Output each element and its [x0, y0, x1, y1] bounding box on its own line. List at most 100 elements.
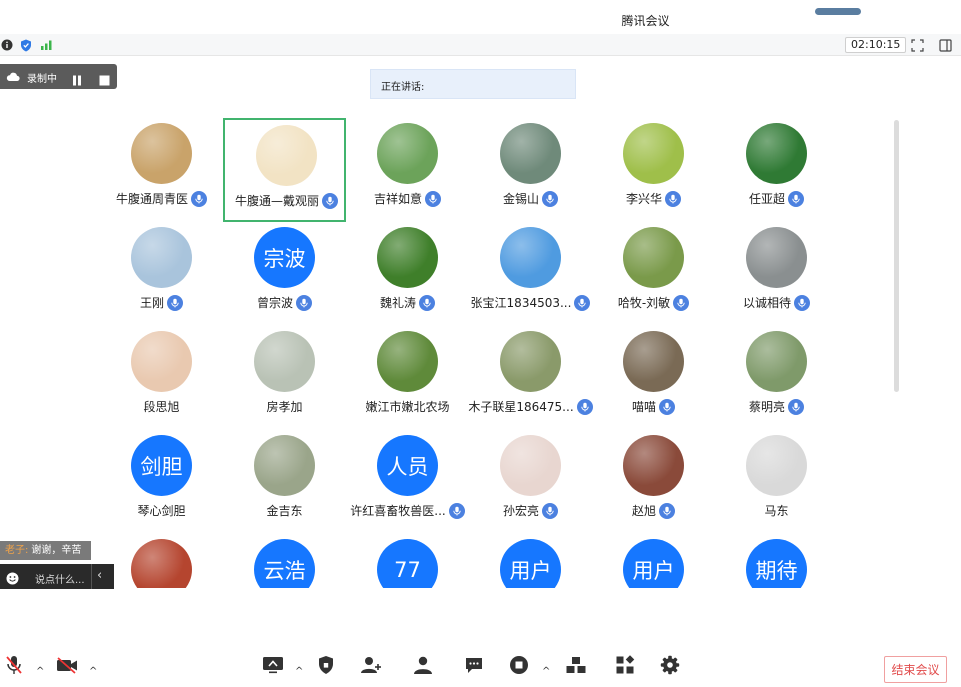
mic-options-chevron-icon[interactable]: ^ [36, 666, 44, 677]
avatar-initials: 人员 [386, 454, 429, 479]
participant-avatar: 人员 [377, 435, 438, 496]
bottom-toolbar: ^ ^ ^ ^ 结束会议 [0, 646, 961, 687]
participant-tile[interactable]: 期待 [715, 534, 838, 588]
participant-tile[interactable]: 马东 [715, 430, 838, 534]
recording-label: 录制中 [27, 74, 57, 85]
title-bar: 腾讯会议 [0, 0, 961, 34]
shield-icon[interactable] [19, 38, 33, 52]
participant-avatar: 77 [377, 539, 438, 588]
participant-tile[interactable]: 张宝江1834503... [469, 222, 592, 326]
participant-tile[interactable]: 喵喵 [592, 326, 715, 430]
chat-divider [91, 564, 92, 589]
participant-tile[interactable]: 剑胆 琴心剑胆 [100, 430, 223, 534]
record-icon[interactable] [508, 654, 530, 676]
participant-name: 哈牧-刘敏 [617, 296, 671, 310]
end-meeting-button[interactable]: 结束会议 [884, 656, 947, 683]
participant-tile[interactable]: 以诚相待 [715, 222, 838, 326]
participant-avatar [256, 125, 317, 186]
participant-name: 马东 [764, 504, 789, 518]
participant-name: 王刚 [139, 296, 164, 310]
participant-avatar [377, 331, 438, 392]
share-options-chevron-icon[interactable]: ^ [295, 666, 303, 677]
chat-collapse-icon[interactable]: ‹ [97, 568, 102, 583]
participant-avatar: 用户 [500, 539, 561, 588]
microphone-icon [665, 190, 681, 207]
chat-icon[interactable] [463, 654, 485, 676]
participant-tile[interactable]: 赵旭 [592, 430, 715, 534]
participant-tile[interactable]: 李兴华 [592, 118, 715, 222]
participant-tile[interactable]: 用户 [469, 534, 592, 588]
emoji-icon[interactable] [6, 570, 19, 589]
participant-name: 金锡山 [502, 192, 539, 206]
pause-recording-icon[interactable] [72, 71, 82, 90]
participant-avatar: 宗波 [254, 227, 315, 288]
participant-name-row: 金锡山 [469, 190, 592, 207]
participant-name-row: 赵旭 [592, 502, 715, 519]
participant-tile[interactable]: 牛腹通周青医 [100, 118, 223, 222]
participant-tile[interactable]: 用户 [592, 534, 715, 588]
participant-avatar: 用户 [623, 539, 684, 588]
share-screen-icon[interactable] [262, 654, 284, 676]
microphone-icon [419, 294, 435, 311]
fullscreen-icon[interactable] [910, 38, 924, 52]
meeting-timer: 02:10:15 [845, 37, 907, 53]
info-icon[interactable] [0, 38, 14, 52]
participant-tile[interactable]: 宗波 曾宗波 [223, 222, 346, 326]
participant-avatar [746, 227, 807, 288]
participant-grid: 牛腹通周青医 牛腹通—戴观丽 吉祥如意 金锡山 李兴华 任亚超 王刚 宗波 曾宗波 魏礼涛 张宝江1… [100, 118, 900, 588]
participant-name-row: 牛腹通—戴观丽 [225, 192, 348, 209]
participant-tile[interactable]: 木子联星186475... [468, 326, 593, 430]
participant-tile[interactable]: 王刚 [100, 222, 223, 326]
grid-scrollbar[interactable] [894, 120, 899, 392]
breakout-rooms-icon[interactable] [565, 654, 587, 676]
participant-name: 木子联星186475... [468, 400, 574, 414]
record-options-chevron-icon[interactable]: ^ [542, 666, 550, 677]
participant-tile[interactable]: 人员许红喜畜牧兽医... [346, 430, 469, 534]
participant-avatar [623, 123, 684, 184]
participant-name-row: 王刚 [100, 294, 223, 311]
participant-tile[interactable]: 嫩江市嫩北农场 [346, 326, 469, 430]
invite-icon[interactable] [360, 654, 382, 676]
side-panel-icon[interactable] [938, 38, 952, 52]
camera-options-chevron-icon[interactable]: ^ [89, 666, 97, 677]
participant-name: 李兴华 [625, 192, 662, 206]
participant-tile[interactable]: 段思旭 [100, 326, 223, 430]
settings-gear-icon[interactable] [659, 654, 681, 676]
participant-tile[interactable]: 金吉东 [223, 430, 346, 534]
participant-name: 许红喜畜牧兽医... [350, 504, 446, 518]
participant-tile[interactable]: 孙宏亮 [469, 430, 592, 534]
participant-tile[interactable] [100, 534, 223, 588]
participant-tile[interactable]: 云浩 [223, 534, 346, 588]
members-icon[interactable] [412, 654, 434, 676]
avatar-initials: 云浩 [263, 558, 306, 583]
participant-name-row: 张宝江1834503... [469, 294, 592, 311]
microphone-icon [167, 294, 183, 311]
chat-input-bar[interactable]: 说点什么... ‹ [0, 564, 114, 589]
window-handle[interactable] [815, 8, 861, 15]
participant-name: 赵旭 [631, 504, 656, 518]
stop-recording-icon[interactable] [99, 71, 110, 90]
speaking-indicator: 正在讲话: [370, 69, 576, 99]
participant-name: 曾宗波 [256, 296, 293, 310]
participant-tile[interactable]: 牛腹通—戴观丽 [223, 118, 346, 222]
participant-tile[interactable]: 房孝加 [223, 326, 346, 430]
security-icon[interactable] [315, 654, 337, 676]
participant-tile[interactable]: 蔡明亮 [715, 326, 838, 430]
participant-tile[interactable]: 吉祥如意 [346, 118, 469, 222]
camera-off-icon[interactable] [56, 654, 78, 676]
avatar-initials: 剑胆 [140, 454, 183, 479]
participant-tile[interactable]: 任亚超 [715, 118, 838, 222]
participant-tile[interactable]: 魏礼涛 [346, 222, 469, 326]
participant-avatar [254, 435, 315, 496]
participant-tile[interactable]: 哈牧-刘敏 [592, 222, 715, 326]
microphone-icon [659, 398, 675, 415]
microphone-icon [576, 398, 593, 415]
signal-icon[interactable] [40, 38, 54, 52]
participant-tile[interactable]: 77 [346, 534, 469, 588]
participant-name-row: 琴心剑胆 [100, 502, 223, 519]
microphone-muted-icon[interactable] [3, 654, 25, 676]
apps-icon[interactable] [614, 654, 636, 676]
participant-avatar [377, 123, 438, 184]
participant-tile[interactable]: 金锡山 [469, 118, 592, 222]
participant-name: 嫩江市嫩北农场 [365, 400, 450, 414]
